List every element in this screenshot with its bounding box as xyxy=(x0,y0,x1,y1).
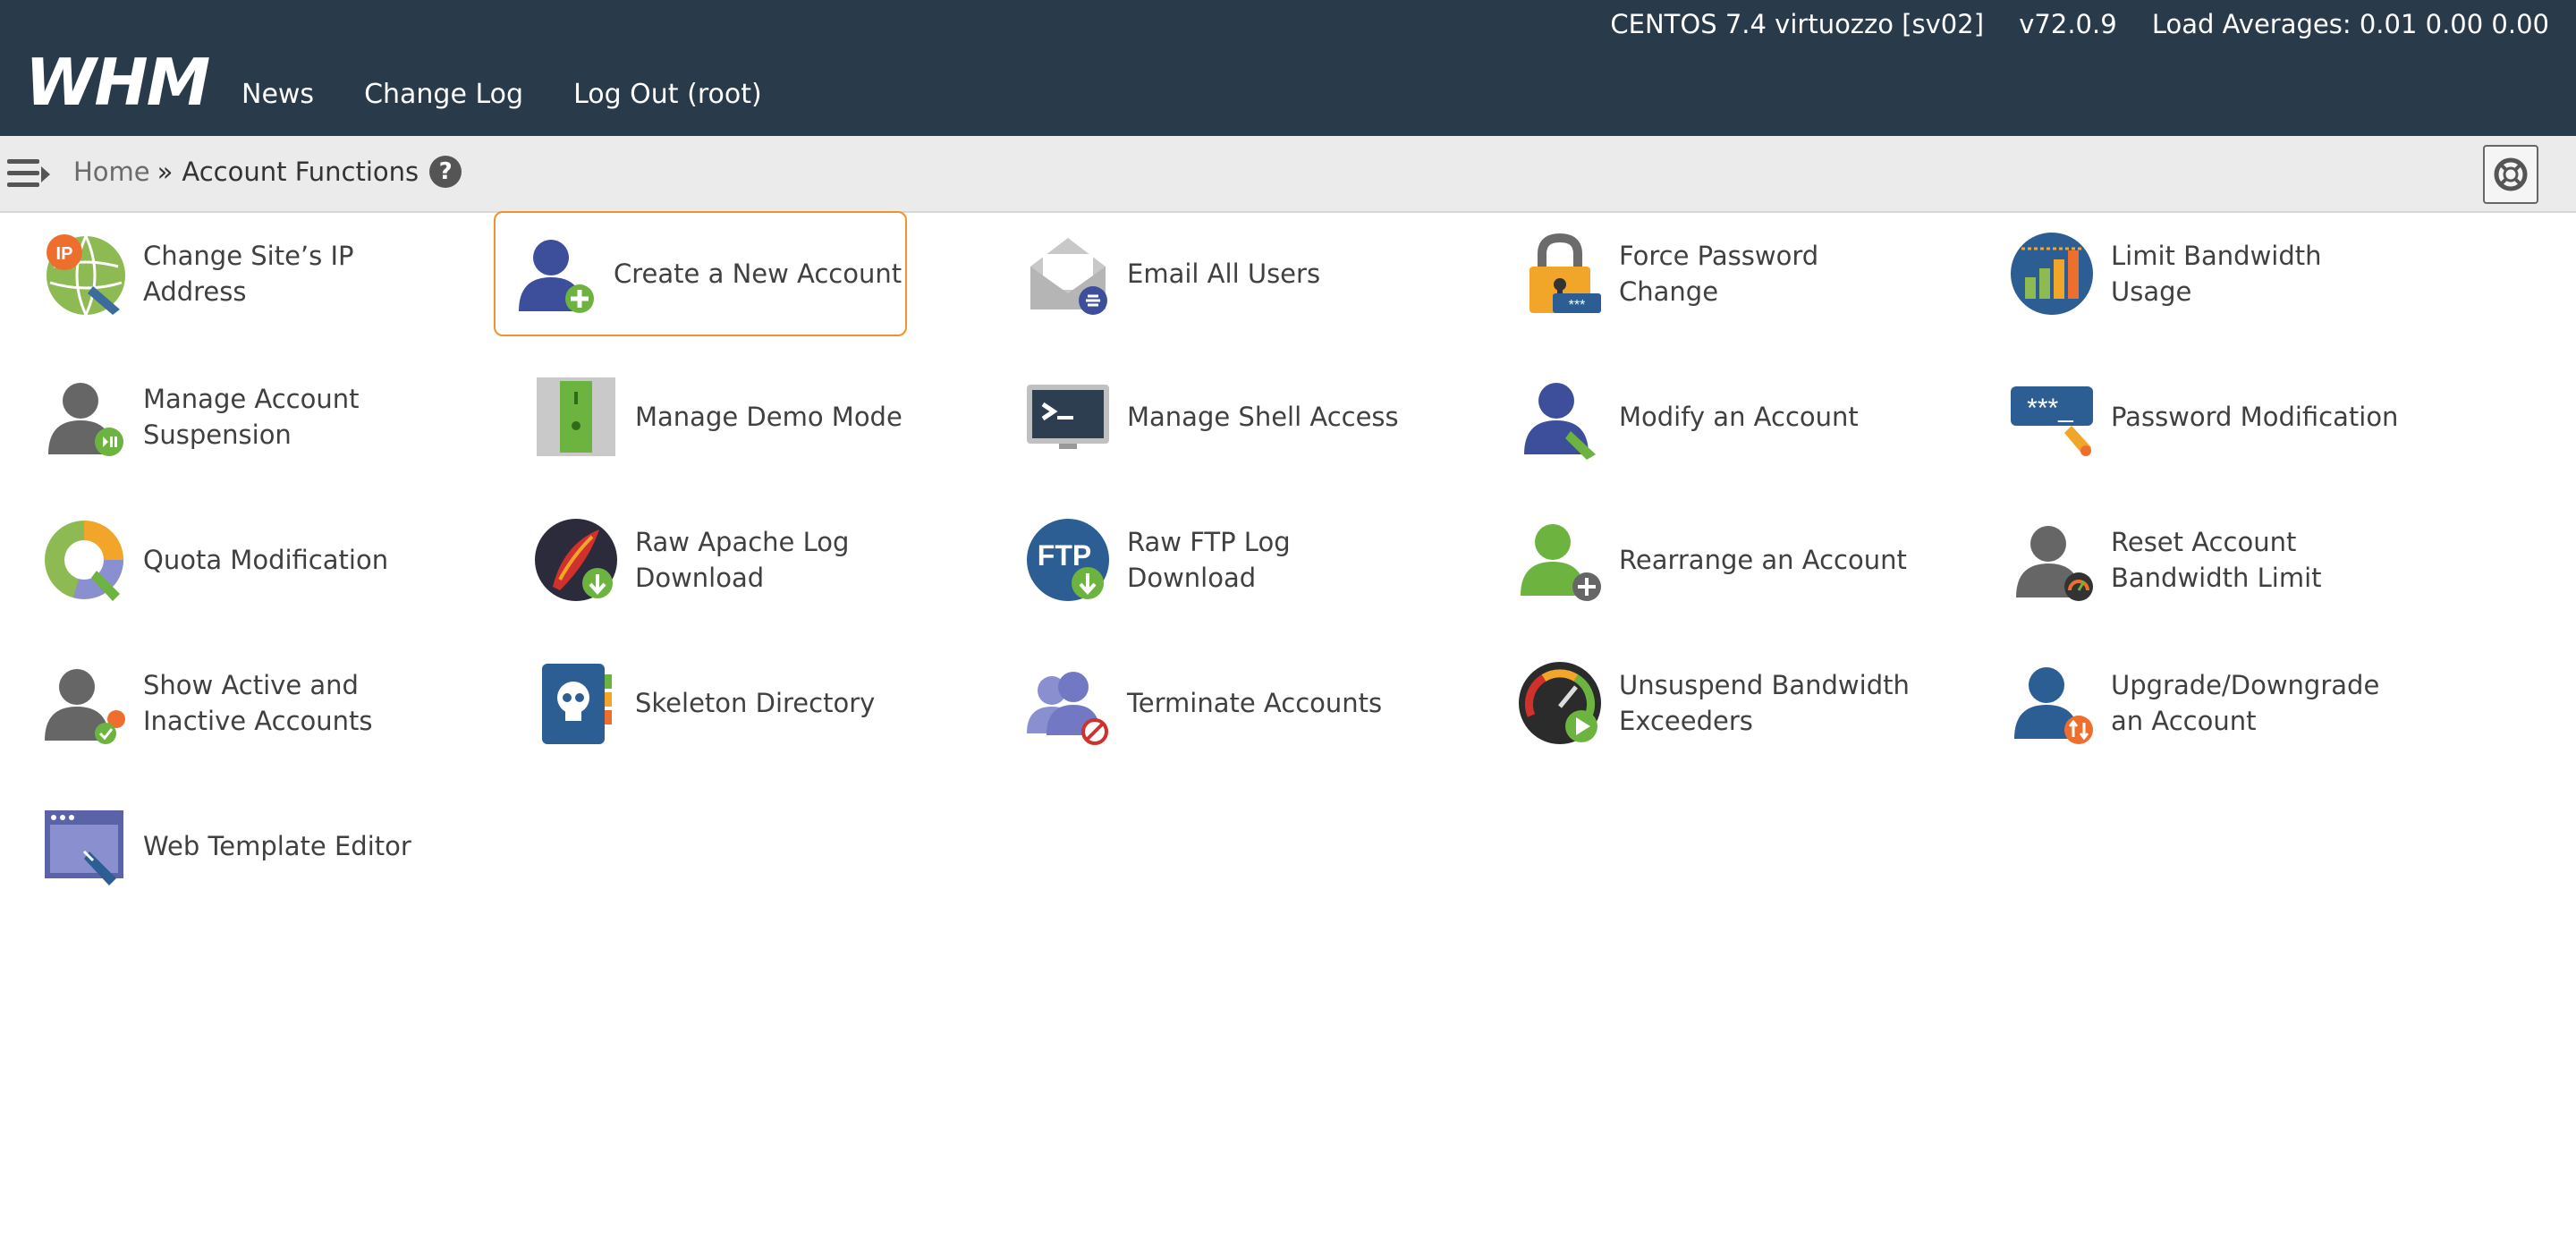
function-tile-label: Email All Users xyxy=(1127,258,1321,289)
function-tile-label: Quota Modification xyxy=(143,545,389,575)
function-tile-label: Reset Account Bandwidth Limit xyxy=(2111,527,2322,593)
svg-text:***_: ***_ xyxy=(2027,394,2074,423)
breadcrumb-current: Account Functions xyxy=(182,157,419,187)
skull-book-icon xyxy=(533,660,619,746)
user-add-icon xyxy=(512,231,597,317)
nav-news[interactable]: News xyxy=(242,79,314,110)
globe-ip-icon: IP xyxy=(41,231,127,317)
function-tile[interactable]: Terminate Accounts xyxy=(1007,640,1420,766)
users-remove-icon xyxy=(1025,660,1111,746)
top-header: CENTOS 7.4 virtuozzo [sv02] v72.0.9 Load… xyxy=(0,0,2576,136)
user-updown-icon xyxy=(2009,660,2095,746)
function-tile-label: Manage Demo Mode xyxy=(635,402,902,432)
menu-toggle-icon[interactable] xyxy=(7,156,50,191)
function-tile-label: Password Modification xyxy=(2111,402,2399,432)
function-tile-label: Web Template Editor xyxy=(143,831,411,861)
function-tile-label: Terminate Accounts xyxy=(1127,688,1383,718)
function-tile-label: Raw Apache Log Download xyxy=(635,527,850,593)
function-tile[interactable]: Create a New Account xyxy=(494,211,907,336)
function-tile[interactable]: Modify an Account xyxy=(1499,354,1912,479)
function-tile-label: Manage Shell Access xyxy=(1127,402,1399,432)
pie-chart-icon xyxy=(41,517,127,603)
svg-text:IP: IP xyxy=(56,244,73,264)
ftp-download-icon: FTP xyxy=(1025,517,1111,603)
function-tile[interactable]: *** Force Password Change xyxy=(1499,211,1912,336)
function-tile[interactable]: ***_ Password Modification xyxy=(1991,354,2404,479)
user-pause-icon xyxy=(41,374,127,460)
function-tile-label: Manage Account Suspension xyxy=(143,384,360,450)
nav-logout[interactable]: Log Out (root) xyxy=(573,79,762,110)
function-tile-label: Skeleton Directory xyxy=(635,688,876,718)
function-tile-label: Change Site’s IP Address xyxy=(143,241,354,307)
lifebuoy-icon xyxy=(2494,157,2528,191)
bandwidth-chart-icon xyxy=(2009,231,2095,317)
function-tile[interactable]: Skeleton Directory xyxy=(515,640,928,766)
function-tile-label: Raw FTP Log Download xyxy=(1127,527,1291,593)
function-tile-label: Limit Bandwidth Usage xyxy=(2111,241,2322,307)
terminal-icon xyxy=(1025,374,1111,460)
function-tile[interactable]: Raw Apache Log Download xyxy=(515,497,928,623)
svg-text:FTP: FTP xyxy=(1038,539,1091,572)
demo-door-icon xyxy=(533,374,619,460)
user-gauge-icon xyxy=(2009,517,2095,603)
function-tile[interactable]: Rearrange an Account xyxy=(1499,497,1912,623)
svg-text:***: *** xyxy=(1569,298,1586,313)
function-tile[interactable]: Manage Account Suspension xyxy=(23,354,436,479)
whm-logo[interactable]: WHM xyxy=(25,50,210,114)
breadcrumb-home[interactable]: Home xyxy=(73,157,150,187)
function-tile-label: Unsuspend Bandwidth Exceeders xyxy=(1619,670,1910,736)
top-nav: News Change Log Log Out (root) xyxy=(242,79,762,110)
nav-change-log[interactable]: Change Log xyxy=(364,79,523,110)
function-tile-label: Show Active and Inactive Accounts xyxy=(143,670,373,736)
load-averages: Load Averages: 0.01 0.00 0.00 xyxy=(2151,9,2549,39)
function-tile[interactable]: Limit Bandwidth Usage xyxy=(1991,211,2404,336)
help-icon[interactable]: ? xyxy=(429,156,462,188)
function-tile[interactable]: Upgrade/Downgrade an Account xyxy=(1991,640,2404,766)
function-tile[interactable]: Reset Account Bandwidth Limit xyxy=(1991,497,2404,623)
password-field-icon: ***_ xyxy=(2009,374,2095,460)
apache-feather-icon xyxy=(533,517,619,603)
function-tile-label: Modify an Account xyxy=(1619,402,1859,432)
function-tile-label: Upgrade/Downgrade an Account xyxy=(2111,670,2380,736)
envelope-icon xyxy=(1025,231,1111,317)
function-tile[interactable]: Email All Users xyxy=(1007,211,1420,336)
padlock-icon: *** xyxy=(1517,231,1603,317)
function-tile-label: Create a New Account xyxy=(614,258,902,289)
function-tile[interactable]: Web Template Editor xyxy=(23,784,436,909)
function-tile[interactable]: Show Active and Inactive Accounts xyxy=(23,640,436,766)
user-edit-icon xyxy=(1517,374,1603,460)
function-tile[interactable]: Unsuspend Bandwidth Exceeders xyxy=(1499,640,1912,766)
breadcrumb: Home » Account Functions ? xyxy=(73,156,462,188)
function-tile-label: Force Password Change xyxy=(1619,241,1819,307)
server-version: v72.0.9 xyxy=(2019,9,2117,39)
function-tile-label: Rearrange an Account xyxy=(1619,545,1907,575)
user-status-icon xyxy=(41,660,127,746)
user-move-icon xyxy=(1517,517,1603,603)
breadcrumb-separator: » xyxy=(157,157,174,187)
breadcrumb-bar: Home » Account Functions ? xyxy=(0,136,2576,213)
support-button[interactable] xyxy=(2483,145,2538,204)
function-tile[interactable]: Manage Shell Access xyxy=(1007,354,1420,479)
function-tile[interactable]: Manage Demo Mode xyxy=(515,354,928,479)
server-info: CENTOS 7.4 virtuozzo [sv02] v72.0.9 Load… xyxy=(1583,9,2549,39)
gauge-play-icon xyxy=(1517,660,1603,746)
server-os: CENTOS 7.4 virtuozzo [sv02] xyxy=(1610,9,1985,39)
function-tile[interactable]: Quota Modification xyxy=(23,497,436,623)
function-tile[interactable]: FTP Raw FTP Log Download xyxy=(1007,497,1420,623)
function-tile[interactable]: IP Change Site’s IP Address xyxy=(23,211,436,336)
browser-edit-icon xyxy=(41,803,127,889)
